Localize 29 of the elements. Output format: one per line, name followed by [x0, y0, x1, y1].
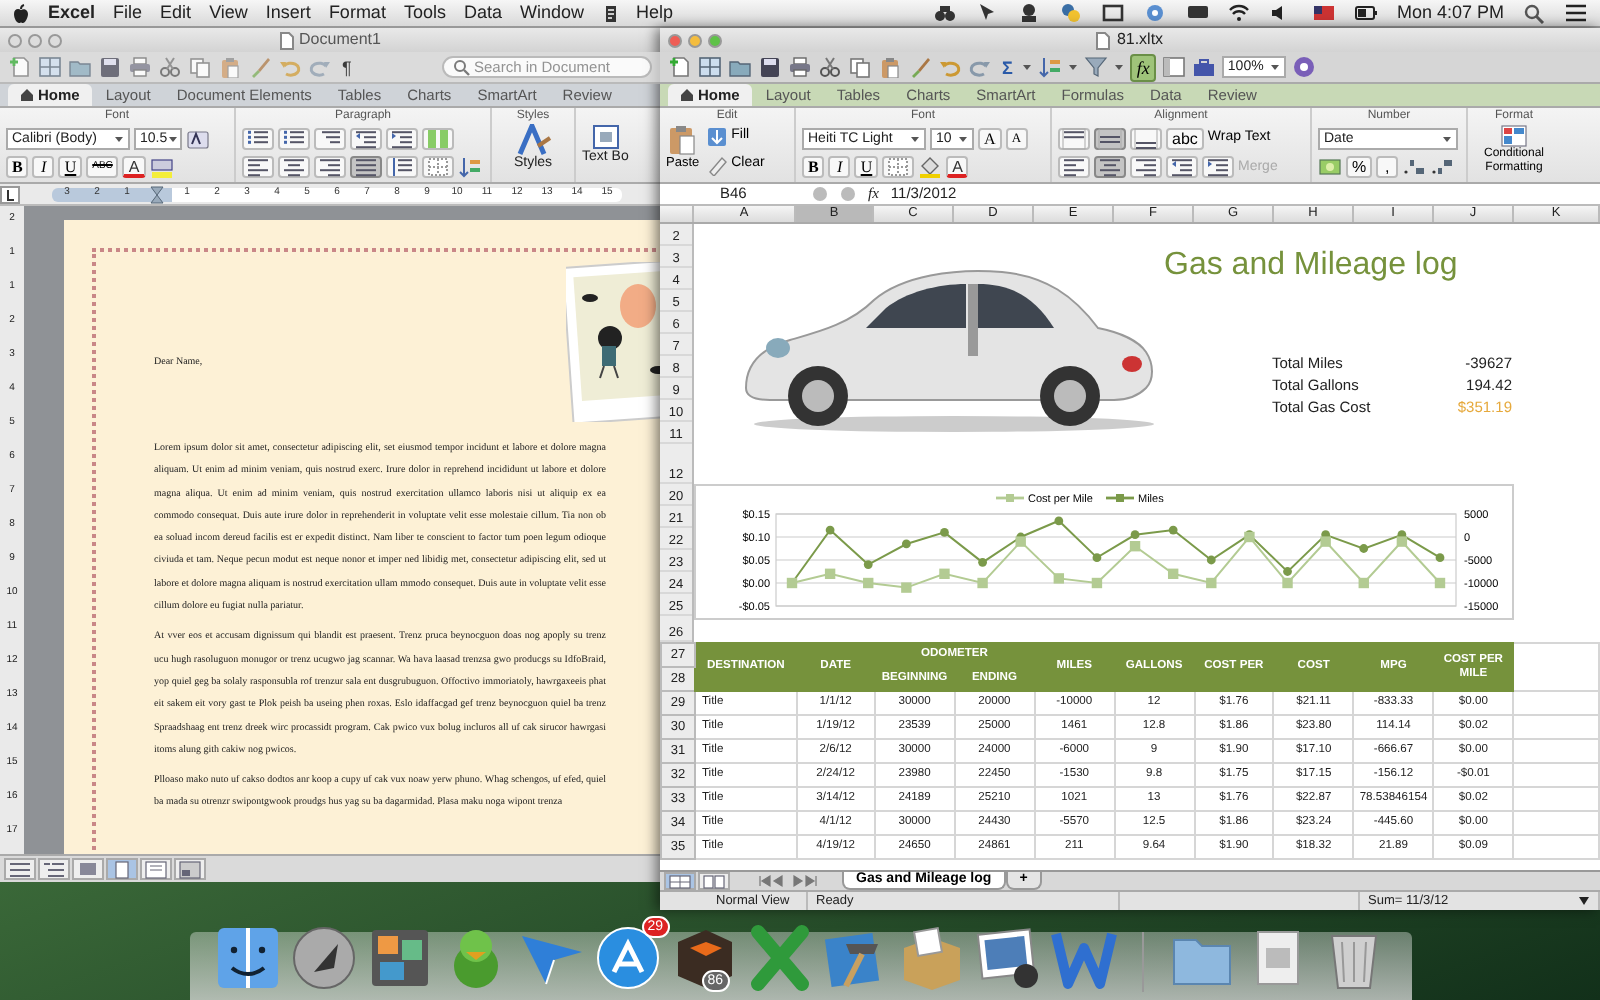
- format-button[interactable]: I: [828, 156, 851, 179]
- font-color-button[interactable]: A: [122, 156, 146, 179]
- app-menu[interactable]: Excel: [48, 2, 96, 24]
- pilcrow-button[interactable]: ¶: [338, 55, 356, 79]
- formula-builder-button[interactable]: fx: [1130, 53, 1156, 81]
- menu-item[interactable]: Format: [328, 2, 386, 24]
- menu-item[interactable]: Insert: [265, 2, 311, 24]
- format-button[interactable]: B: [802, 156, 825, 179]
- menu-item[interactable]: Data: [463, 2, 502, 24]
- sheet-title: Gas and Mileage log: [1164, 248, 1460, 285]
- grow-font-button[interactable]: A: [978, 127, 1002, 150]
- format-button[interactable]: B: [6, 156, 29, 179]
- comma-style-button[interactable]: ,: [1376, 156, 1399, 179]
- format-button[interactable]: U: [58, 156, 83, 179]
- percent-button[interactable]: %: [1346, 156, 1373, 179]
- menu-item[interactable]: File: [113, 2, 143, 24]
- menu-item[interactable]: Tools: [403, 2, 446, 24]
- window-title: 81.xltx: [1116, 30, 1164, 50]
- window-title: Document1: [299, 30, 381, 50]
- menu-clock[interactable]: Mon 4:07 PM: [1396, 2, 1504, 24]
- autosum-button[interactable]: Σ: [998, 55, 1017, 79]
- menu-item[interactable]: Help: [636, 2, 674, 24]
- text-orientation-button[interactable]: abc: [1166, 127, 1204, 150]
- format-button[interactable]: U: [854, 156, 879, 179]
- menu-item[interactable]: View: [209, 2, 248, 24]
- menu-item[interactable]: Window: [519, 2, 584, 24]
- font-color-button[interactable]: A: [946, 156, 969, 179]
- format-button[interactable]: I: [32, 156, 55, 179]
- menu-item[interactable]: Edit: [160, 2, 192, 24]
